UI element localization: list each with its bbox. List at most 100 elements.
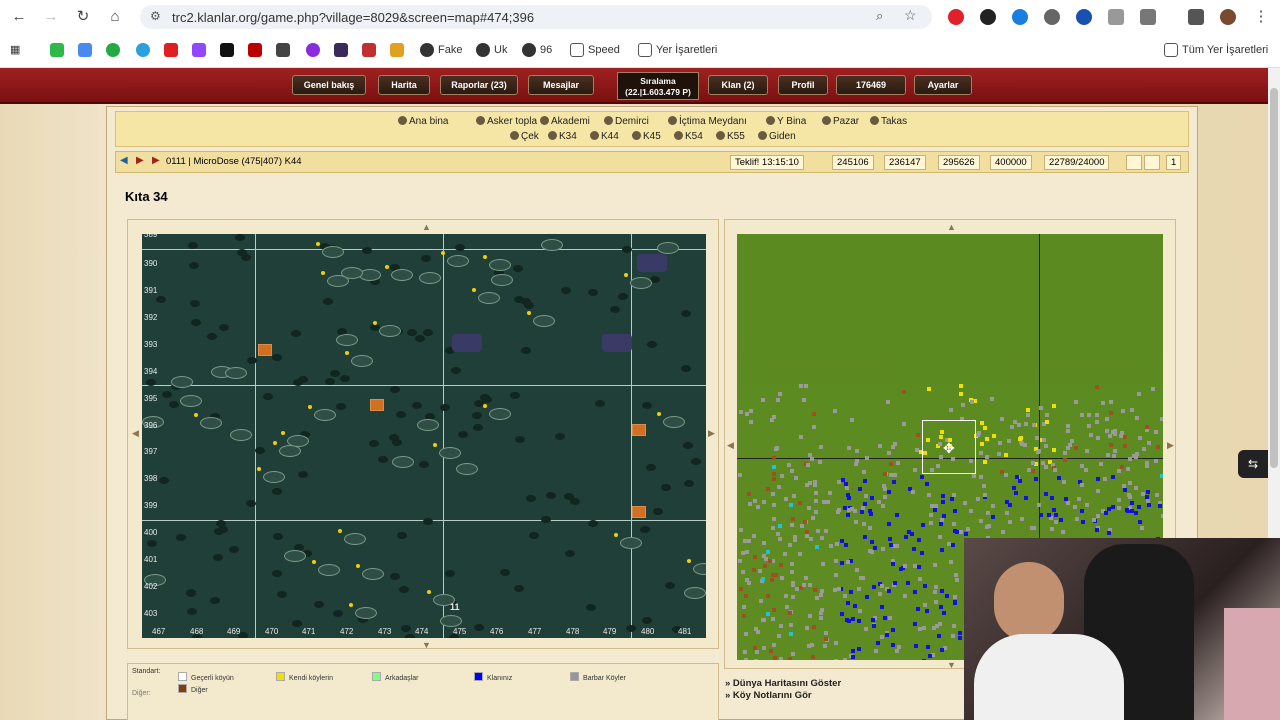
village-tile[interactable] xyxy=(351,355,373,367)
village-tile[interactable] xyxy=(657,242,679,254)
zoom-icon[interactable]: ⌕ xyxy=(876,8,883,24)
village-tile[interactable] xyxy=(322,246,344,258)
building-link[interactable]: K45 xyxy=(632,131,661,142)
bookmark-icon-purple[interactable] xyxy=(306,42,324,58)
village-tile[interactable] xyxy=(284,550,306,562)
village-tile[interactable] xyxy=(287,435,309,447)
bookmark-icon-green[interactable] xyxy=(106,42,124,58)
bookmark-icon-kick[interactable] xyxy=(220,42,238,58)
menu-overview-button[interactable]: Genel bakış xyxy=(292,75,366,95)
menu-kebab-icon[interactable]: ⋮ xyxy=(1252,8,1270,26)
tab-icon[interactable] xyxy=(1108,9,1124,25)
building-link[interactable]: Ana bina xyxy=(398,116,448,127)
village-tile[interactable] xyxy=(491,274,513,286)
village-tile[interactable] xyxy=(541,239,563,251)
village-tile[interactable] xyxy=(419,272,441,284)
building-link[interactable]: Çek xyxy=(510,131,539,142)
map-down-arrow-icon[interactable]: ▼ xyxy=(422,640,431,650)
own-village-icon[interactable] xyxy=(370,399,384,411)
menu-profile-button[interactable]: Profil xyxy=(778,75,828,95)
map-left-arrow-icon[interactable]: ◀ xyxy=(132,428,139,439)
building-link[interactable]: K34 xyxy=(548,131,577,142)
bookmark-icon-netflix[interactable] xyxy=(248,42,266,58)
bookmark-folder-yer[interactable]: Yer İşaretleri xyxy=(638,42,717,58)
book-icon[interactable] xyxy=(1126,155,1142,170)
address-bar[interactable]: ⚙ trc2.klanlar.org/game.php?village=8029… xyxy=(140,5,932,29)
prev-village-icon[interactable]: ◀ xyxy=(120,155,128,166)
own-village-icon[interactable] xyxy=(632,424,646,436)
bookmark-icon-translate[interactable] xyxy=(78,42,96,58)
village-tile[interactable] xyxy=(447,255,469,267)
village-tile[interactable] xyxy=(171,376,193,388)
extensions-puzzle-icon[interactable] xyxy=(1140,9,1156,25)
bookmark-folder-speed[interactable]: Speed xyxy=(570,42,620,58)
own-village-icon[interactable] xyxy=(258,344,272,356)
village-tile[interactable] xyxy=(230,429,252,441)
village-tile[interactable] xyxy=(344,533,366,545)
menu-settings-button[interactable]: Ayarlar xyxy=(914,75,972,95)
extension-icon[interactable] xyxy=(1012,9,1028,25)
village-tile[interactable] xyxy=(225,367,247,379)
minimap-up-arrow-icon[interactable]: ▲ xyxy=(947,222,956,232)
village-tile[interactable] xyxy=(693,563,706,575)
menu-points-button[interactable]: 176469 xyxy=(836,75,906,95)
village-tile[interactable] xyxy=(327,275,349,287)
home-icon[interactable]: ⌂ xyxy=(106,8,124,26)
village-tile[interactable] xyxy=(263,471,285,483)
settings-circle-icon[interactable] xyxy=(1144,155,1160,170)
minimap-down-arrow-icon[interactable]: ▼ xyxy=(947,660,956,670)
map-right-arrow-icon[interactable]: ▶ xyxy=(708,428,715,439)
own-village-icon[interactable] xyxy=(632,506,646,518)
bookmark-icon-k[interactable] xyxy=(50,42,68,58)
village-tile[interactable] xyxy=(379,325,401,337)
bookmark-folder-all[interactable]: Tüm Yer İşaretleri xyxy=(1164,42,1268,58)
forward-icon[interactable]: → xyxy=(42,8,60,26)
village-tile[interactable] xyxy=(439,447,461,459)
bookmark-icon-telegram[interactable] xyxy=(136,42,154,58)
village-tile[interactable] xyxy=(362,568,384,580)
village-notes-link[interactable]: » Köy Notlarını Gör xyxy=(725,690,812,701)
ranking-box[interactable]: Sıralama (22.|1.603.479 P) xyxy=(617,72,699,100)
bookmark-icon-youtube[interactable] xyxy=(164,42,182,58)
village-tile[interactable] xyxy=(489,408,511,420)
building-link[interactable]: Asker topla xyxy=(476,116,537,127)
village-map[interactable]: 389 390 391 392 393 394 395 396 397 398 399 400 401 4… xyxy=(142,234,706,638)
village-tile[interactable] xyxy=(417,419,439,431)
building-link[interactable]: Takas xyxy=(870,116,907,127)
bookmark-icon-crown[interactable] xyxy=(334,42,352,58)
village-tile[interactable] xyxy=(440,615,462,627)
village-tile[interactable] xyxy=(200,417,222,429)
building-link[interactable]: K55 xyxy=(716,131,745,142)
village-name[interactable]: 0111 | MicroDose (475|407) K44 xyxy=(162,155,306,170)
menu-messages-button[interactable]: Mesajlar xyxy=(528,75,594,95)
village-tile[interactable] xyxy=(489,259,511,271)
apps-grid-icon[interactable]: ▦ xyxy=(10,42,20,58)
bookmark-fake[interactable]: Fake xyxy=(420,42,462,58)
building-link[interactable]: Demirci xyxy=(604,116,649,127)
village-tile[interactable] xyxy=(355,607,377,619)
menu-reports-button[interactable]: Raporlar (23) xyxy=(440,75,518,95)
reading-list-icon[interactable] xyxy=(1188,9,1204,25)
bookmark-icon-game[interactable] xyxy=(362,42,380,58)
bookmark-uk[interactable]: Uk xyxy=(476,42,507,58)
building-link[interactable]: Giden xyxy=(758,131,796,142)
site-info-icon[interactable]: ⚙ xyxy=(150,9,161,23)
minimap-right-arrow-icon[interactable]: ▶ xyxy=(1167,440,1174,451)
scroll-thumb[interactable] xyxy=(1270,88,1278,468)
building-link[interactable]: Pazar xyxy=(822,116,859,127)
building-link[interactable]: K54 xyxy=(674,131,703,142)
building-link[interactable]: Akademi xyxy=(540,116,590,127)
minimap-left-arrow-icon[interactable]: ◀ xyxy=(727,440,734,451)
bookmark-icon-colorful[interactable] xyxy=(390,42,408,58)
village-arrow-icon[interactable]: ▶ xyxy=(152,155,160,166)
opera-extension-icon[interactable] xyxy=(948,9,964,25)
bookmark-icon-twitch[interactable] xyxy=(192,42,210,58)
extension-icon[interactable] xyxy=(1044,9,1060,25)
menu-clan-button[interactable]: Klan (2) xyxy=(708,75,768,95)
bookmark-icon-notion[interactable] xyxy=(276,42,294,58)
village-tile[interactable] xyxy=(336,334,358,346)
building-link[interactable]: İçtima Meydanı xyxy=(668,116,747,127)
extension-icon[interactable] xyxy=(1076,9,1092,25)
village-tile[interactable] xyxy=(391,269,413,281)
map-up-arrow-icon[interactable]: ▲ xyxy=(422,222,431,232)
